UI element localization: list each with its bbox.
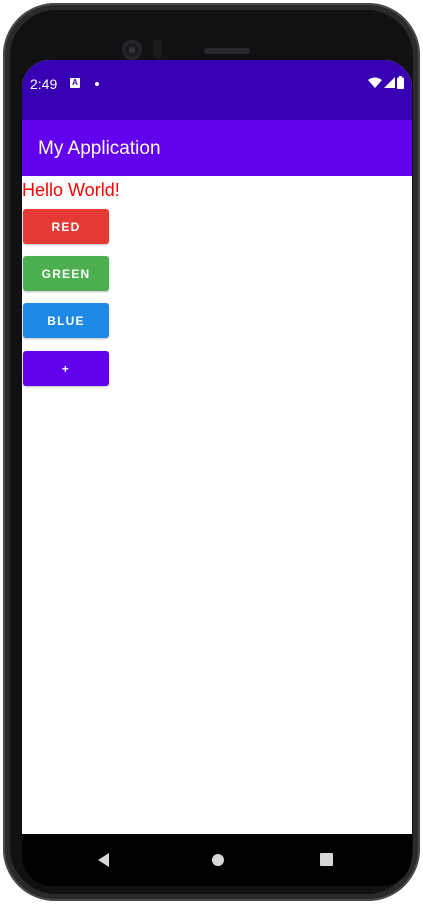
app-title: My Application <box>38 138 161 159</box>
status-time: 2:49 <box>30 76 58 92</box>
notification-dot-icon <box>95 82 99 86</box>
app-bar: My Application <box>22 120 412 176</box>
battery-icon <box>397 76 404 89</box>
blue-button[interactable]: BLUE <box>23 303 109 338</box>
cell-signal-icon <box>384 77 395 88</box>
red-button[interactable]: RED <box>23 209 109 244</box>
recents-icon[interactable] <box>320 853 333 866</box>
back-icon[interactable] <box>98 853 109 867</box>
home-icon[interactable] <box>212 854 224 866</box>
navigation-bar <box>22 834 412 886</box>
green-button[interactable]: GREEN <box>23 256 109 291</box>
status-bar: 2:49 A <box>22 60 412 120</box>
proximity-sensor <box>153 40 162 58</box>
wifi-icon <box>368 77 382 88</box>
earpiece-speaker <box>204 48 250 54</box>
hello-text: Hello World! <box>22 180 120 200</box>
add-button[interactable]: + <box>23 351 109 386</box>
notification-a-icon: A <box>70 78 80 88</box>
status-icons <box>368 76 404 89</box>
screen: 2:49 A My Application Hello World! RED G… <box>22 60 412 834</box>
main-content: Hello World! RED GREEN BLUE + <box>22 176 412 834</box>
front-camera-icon <box>122 40 142 60</box>
